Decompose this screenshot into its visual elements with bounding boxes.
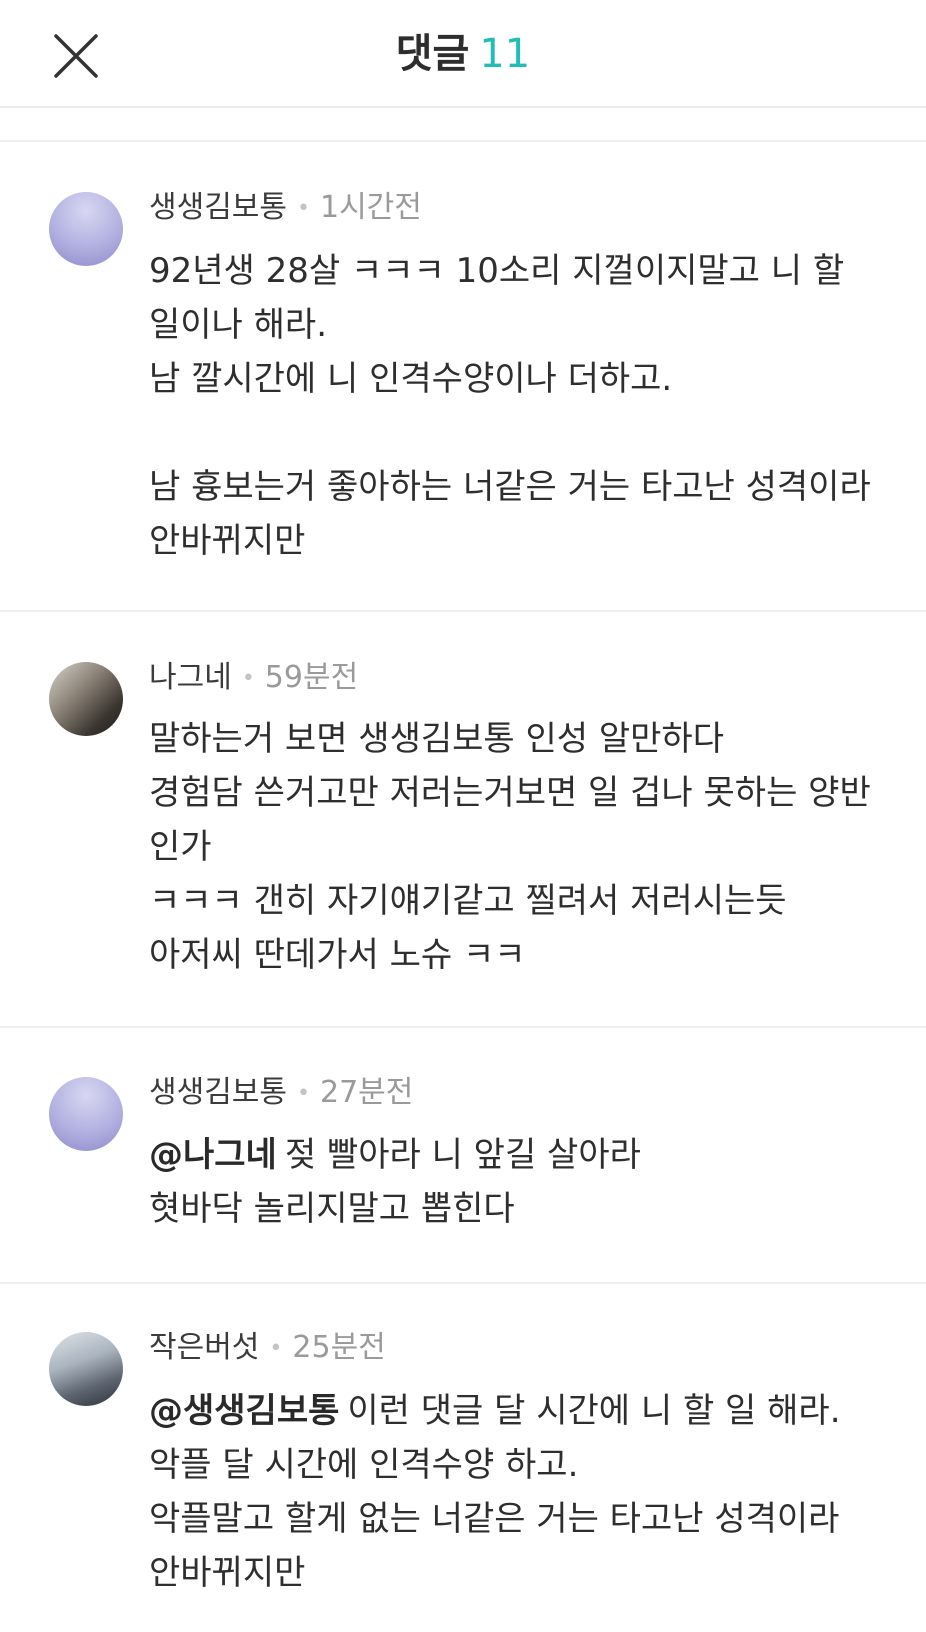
- comment-meta: 생생김보통 • 1시간전: [149, 188, 422, 229]
- comment-author[interactable]: 생생김보통: [149, 190, 287, 225]
- page-title: 댓글 11: [0, 26, 926, 82]
- comment-body: @생생김보통 이런 댓글 달 시간에 니 할 일 해라. 악플 달 시간에 인격수…: [149, 1384, 889, 1600]
- comment-line: @나그네 젖 빨아라 니 앞길 살아라: [149, 1128, 889, 1182]
- comment-line: 일이나 해라.: [149, 305, 328, 345]
- separator-dot: •: [269, 1335, 283, 1361]
- comment-line: 악플말고 할게 없는 너같은 거는 타고난 성격이라: [149, 1499, 840, 1539]
- avatar[interactable]: [49, 192, 123, 266]
- comment-time: 25분전: [292, 1330, 386, 1365]
- avatar[interactable]: [49, 1332, 123, 1406]
- comment-time: 1시간전: [319, 190, 422, 225]
- comment-body: 92년생 28살 ㅋㅋㅋ 10소리 지껄이지말고 니 할 일이나 해라. 남 깔…: [149, 244, 889, 568]
- comment-line: 말하는거 보면 생생김보통 인성 알만하다: [149, 719, 724, 759]
- comment-line-text: 이런 댓글 달 시간에 니 할 일 해라.: [347, 1391, 841, 1431]
- comment-author[interactable]: 나그네: [149, 660, 232, 695]
- comment-line: 아저씨 딴데가서 노슈 ㅋㅋ: [149, 935, 526, 975]
- comment-line: [149, 406, 889, 460]
- comment-time: 27분전: [319, 1075, 414, 1110]
- comment-line: 안바뀌지만: [149, 1553, 306, 1593]
- comment-line: 92년생 28살 ㅋㅋㅋ 10소리 지껄이지말고 니 할: [149, 251, 845, 291]
- avatar[interactable]: [49, 1077, 123, 1151]
- comment-line: 혓바닥 놀리지말고 뽑힌다: [149, 1189, 515, 1229]
- comment-author[interactable]: 생생김보통: [149, 1075, 287, 1110]
- comment-line: 악플 달 시간에 인격수양 하고.: [149, 1445, 579, 1485]
- comment-meta: 생생김보통 • 27분전: [149, 1073, 413, 1114]
- comment-body: @나그네 젖 빨아라 니 앞길 살아라 혓바닥 놀리지말고 뽑힌다: [149, 1128, 889, 1236]
- comment-meta: 작은버섯 • 25분전: [149, 1328, 386, 1369]
- comment-line: 남 깔시간에 니 인격수양이나 더하고.: [149, 359, 673, 399]
- comment-body: 말하는거 보면 생생김보통 인성 알만하다 경험담 쓴거고만 저러는거보면 일 …: [149, 712, 889, 982]
- comments-header: 댓글 11: [0, 0, 926, 108]
- comment-line-text: 젖 빨아라 니 앞길 살아라: [284, 1135, 641, 1175]
- comment-line: 인가: [149, 827, 212, 867]
- comment-meta: 나그네 • 59분전: [149, 658, 358, 699]
- comment-author[interactable]: 작은버섯: [149, 1330, 259, 1365]
- separator-dot: •: [241, 665, 255, 691]
- comment-line: 경험담 쓴거고만 저러는거보면 일 겁나 못하는 양반: [149, 773, 871, 813]
- mention-link[interactable]: @나그네: [149, 1135, 277, 1175]
- divider: [0, 610, 926, 612]
- avatar[interactable]: [49, 662, 123, 736]
- divider: [0, 1282, 926, 1284]
- divider: [0, 140, 926, 142]
- separator-dot: •: [297, 195, 310, 221]
- comment-line: 남 흉보는거 좋아하는 너같은 거는 타고난 성격이라: [149, 467, 871, 507]
- comment-line: @생생김보통 이런 댓글 달 시간에 니 할 일 해라.: [149, 1384, 889, 1438]
- comment-line: ㅋㅋㅋ 갠히 자기얘기같고 찔려서 저러시는듯: [149, 881, 787, 921]
- comment-line: 안바뀌지만: [149, 521, 306, 561]
- mention-link[interactable]: @생생김보통: [149, 1391, 339, 1431]
- divider: [0, 1026, 926, 1028]
- separator-dot: •: [297, 1080, 310, 1106]
- comment-time: 59분전: [264, 660, 359, 695]
- comment-count: 11: [479, 31, 531, 77]
- page-title-text: 댓글: [395, 31, 470, 77]
